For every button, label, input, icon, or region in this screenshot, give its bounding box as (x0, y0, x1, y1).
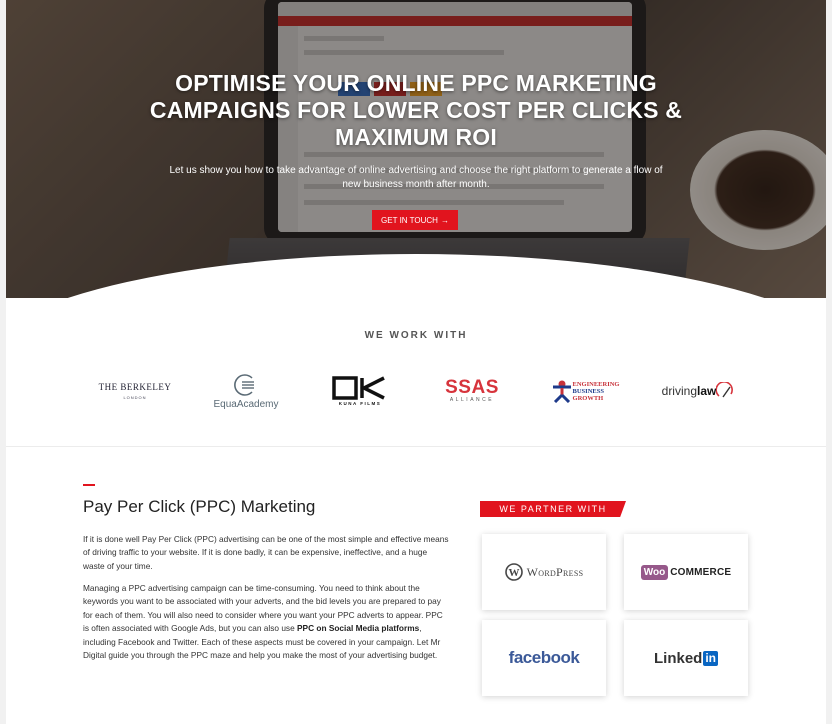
client-logo-ssas-alliance: SSAS ALLIANCE (438, 368, 506, 414)
ppc-paragraph-2: Managing a PPC advertising campaign can … (83, 582, 451, 662)
hero-title: OPTIMISE YOUR ONLINE PPC MARKETING CAMPA… (6, 70, 826, 151)
person-figure-icon (552, 380, 571, 403)
logo-text: drivinglaw (662, 384, 717, 398)
get-in-touch-button[interactable]: GET IN TOUCH → (372, 210, 458, 230)
ppc-section-title: Pay Per Click (PPC) Marketing (83, 497, 316, 516)
logo-text: KUNA FILMS (338, 401, 382, 406)
hero-subtitle-line: Let us show you how to take advantage of… (169, 165, 663, 176)
partners-heading: WE PARTNER WITH (480, 501, 626, 517)
woocommerce-logo: Woo COMMERCE (640, 564, 732, 580)
linkedin-logo: Linked in (654, 650, 718, 667)
hero-title-line: CAMPAIGNS FOR LOWER COST PER CLICKS & (149, 97, 683, 123)
title-accent-line (83, 484, 95, 486)
logo-text: THE BERKELEY (98, 382, 172, 392)
client-logo-engineering-business-growth: ENGINEERING BUSINESS GROWTH (548, 368, 622, 414)
client-logo-equa-academy: EquaAcademy (206, 368, 286, 414)
hero-title-line: OPTIMISE YOUR ONLINE PPC MARKETING (175, 70, 657, 96)
partner-card-woocommerce[interactable]: Woo COMMERCE (624, 534, 748, 610)
linkedin-text: Linked (653, 649, 703, 667)
logo-text: SSAS (445, 377, 499, 398)
woo-badge: Woo (640, 564, 669, 580)
wordpress-text: WordPress (526, 564, 584, 579)
logo-text: EquaAcademy (213, 398, 279, 410)
partner-card-wordpress[interactable]: W WordPress (482, 534, 606, 610)
wordpress-icon: W (504, 563, 523, 581)
logo-subtext: ALLIANCE (449, 397, 495, 403)
logo-text: GROWTH (572, 394, 604, 402)
ppc-social-media-link[interactable]: PPC on Social Media platforms (297, 623, 419, 633)
linkedin-badge: in (703, 650, 718, 666)
hero-subtitle-line: new business month after month. (342, 179, 490, 190)
arrow-right-icon: → (440, 215, 449, 225)
woo-text: COMMERCE (670, 566, 732, 578)
wordpress-logo: W WordPress (504, 563, 584, 581)
page-frame-right (826, 0, 832, 724)
ppc-paragraph-1: If it is done well Pay Per Click (PPC) a… (83, 534, 449, 571)
svg-text:W: W (508, 567, 519, 579)
logo-text: BUSINESS (572, 387, 604, 395)
equa-mark-icon (234, 373, 254, 396)
get-in-touch-label: GET IN TOUCH (381, 215, 438, 225)
client-logo-driving-law: drivinglaw (654, 368, 742, 414)
client-logo-kuna-films: KUNA FILMS (326, 368, 394, 414)
clients-heading: WE WORK WITH (364, 330, 468, 341)
hero-title-line: MAXIMUM ROI (335, 124, 497, 150)
section-divider (6, 446, 826, 447)
logo-subtext: LONDON (123, 395, 147, 400)
partner-card-linkedin[interactable]: Linked in (624, 620, 748, 696)
hero-section: OPTIMISE YOUR ONLINE PPC MARKETING CAMPA… (6, 0, 826, 298)
hero-subtitle: Let us show you how to take advantage of… (156, 164, 676, 192)
partner-card-facebook[interactable]: facebook (482, 620, 606, 696)
logo-text: ENGINEERING (572, 380, 620, 388)
logo-text-regular: driving (661, 384, 697, 398)
logo-text-bold: law (697, 384, 717, 398)
logo-text-stack: ENGINEERING BUSINESS GROWTH (573, 381, 620, 402)
kuna-mark-icon (332, 376, 385, 400)
facebook-logo-text: facebook (508, 648, 580, 667)
client-logo-the-berkeley: THE BERKELEY LONDON (88, 368, 182, 414)
swoosh-icon (716, 382, 734, 398)
